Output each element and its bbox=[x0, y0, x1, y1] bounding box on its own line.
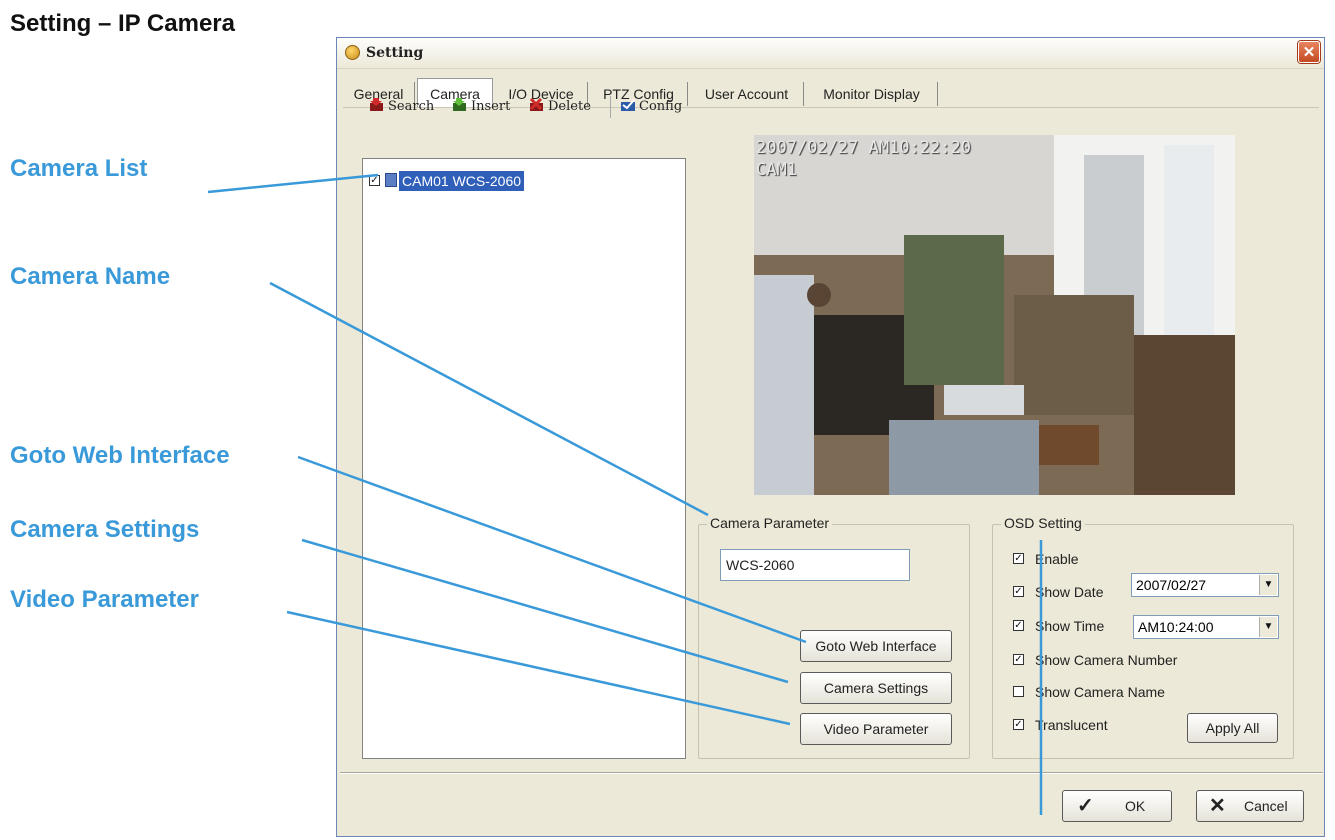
config-button[interactable]: Config bbox=[620, 97, 682, 117]
cancel-button[interactable]: ✕ Cancel bbox=[1196, 790, 1304, 822]
time-format-select[interactable]: AM10:24:00 ▼ bbox=[1133, 615, 1279, 639]
video-parameter-button[interactable]: Video Parameter bbox=[800, 713, 952, 745]
document-title: Setting – IP Camera bbox=[10, 10, 235, 37]
camera-settings-button[interactable]: Camera Settings bbox=[800, 672, 952, 704]
annotation-camera-settings: Camera Settings bbox=[10, 516, 200, 543]
show-date-checkbox[interactable]: ✓ bbox=[1013, 586, 1024, 597]
search-icon bbox=[370, 98, 383, 111]
delete-icon bbox=[529, 98, 543, 111]
annotation-goto-web-interface: Goto Web Interface bbox=[10, 442, 230, 469]
config-icon bbox=[621, 99, 635, 111]
camera-list-item-label: CAM01 WCS-2060 bbox=[399, 171, 525, 191]
osd-setting-label: OSD Setting bbox=[1001, 515, 1085, 531]
close-button[interactable]: ✕ bbox=[1298, 41, 1320, 63]
tab-user-account[interactable]: User Account bbox=[690, 82, 804, 106]
camera-name-input[interactable]: WCS-2060 bbox=[720, 549, 910, 581]
camera-parameter-label: Camera Parameter bbox=[707, 515, 833, 531]
show-camera-name-checkbox[interactable] bbox=[1013, 686, 1024, 697]
annotation-camera-name: Camera Name bbox=[10, 263, 171, 290]
video-preview: 2007/02/27 AM10:22:20 CAM1 bbox=[754, 135, 1235, 495]
translucent-checkbox[interactable]: ✓ bbox=[1013, 719, 1024, 730]
annotation-video-parameter: Video Parameter bbox=[10, 586, 199, 613]
goto-web-interface-button[interactable]: Goto Web Interface bbox=[800, 630, 952, 662]
checkmark-icon: ✓ bbox=[1077, 795, 1094, 817]
show-time-checkbox[interactable]: ✓ bbox=[1013, 620, 1024, 631]
video-osd-camera-number: CAM1 bbox=[756, 160, 797, 180]
window-title: Setting bbox=[366, 45, 424, 61]
title-bar[interactable]: Setting ✕ bbox=[337, 38, 1324, 69]
camera-list[interactable]: ✓ CAM01 WCS-2060 bbox=[362, 158, 686, 759]
x-icon: ✕ bbox=[1209, 795, 1226, 817]
show-camera-number-checkbox[interactable]: ✓ bbox=[1013, 654, 1024, 665]
ok-button[interactable]: ✓ OK bbox=[1062, 790, 1172, 822]
video-osd-overlay: 2007/02/27 AM10:22:20 CAM1 bbox=[756, 137, 971, 181]
insert-button[interactable]: Insert bbox=[452, 97, 510, 117]
delete-button[interactable]: Delete bbox=[529, 97, 591, 117]
camera-icon bbox=[385, 173, 397, 187]
apply-all-button[interactable]: Apply All bbox=[1187, 713, 1278, 743]
annotation-camera-list: Camera List bbox=[10, 155, 148, 182]
footer-divider-highlight bbox=[340, 773, 1323, 774]
toolbar-separator bbox=[610, 96, 611, 118]
camera-enable-checkbox[interactable]: ✓ bbox=[369, 175, 380, 186]
search-button[interactable]: Search bbox=[369, 97, 434, 117]
camera-feed-image bbox=[754, 135, 1235, 495]
date-format-select[interactable]: 2007/02/27 ▼ bbox=[1131, 573, 1279, 597]
app-icon bbox=[345, 45, 360, 60]
chevron-down-icon[interactable]: ▼ bbox=[1259, 575, 1277, 595]
video-osd-datetime: 2007/02/27 AM10:22:20 bbox=[756, 138, 971, 158]
chevron-down-icon[interactable]: ▼ bbox=[1259, 617, 1277, 637]
insert-icon bbox=[453, 98, 466, 111]
tab-monitor-display[interactable]: Monitor Display bbox=[806, 82, 938, 106]
osd-enable-checkbox[interactable]: ✓ bbox=[1013, 553, 1024, 564]
